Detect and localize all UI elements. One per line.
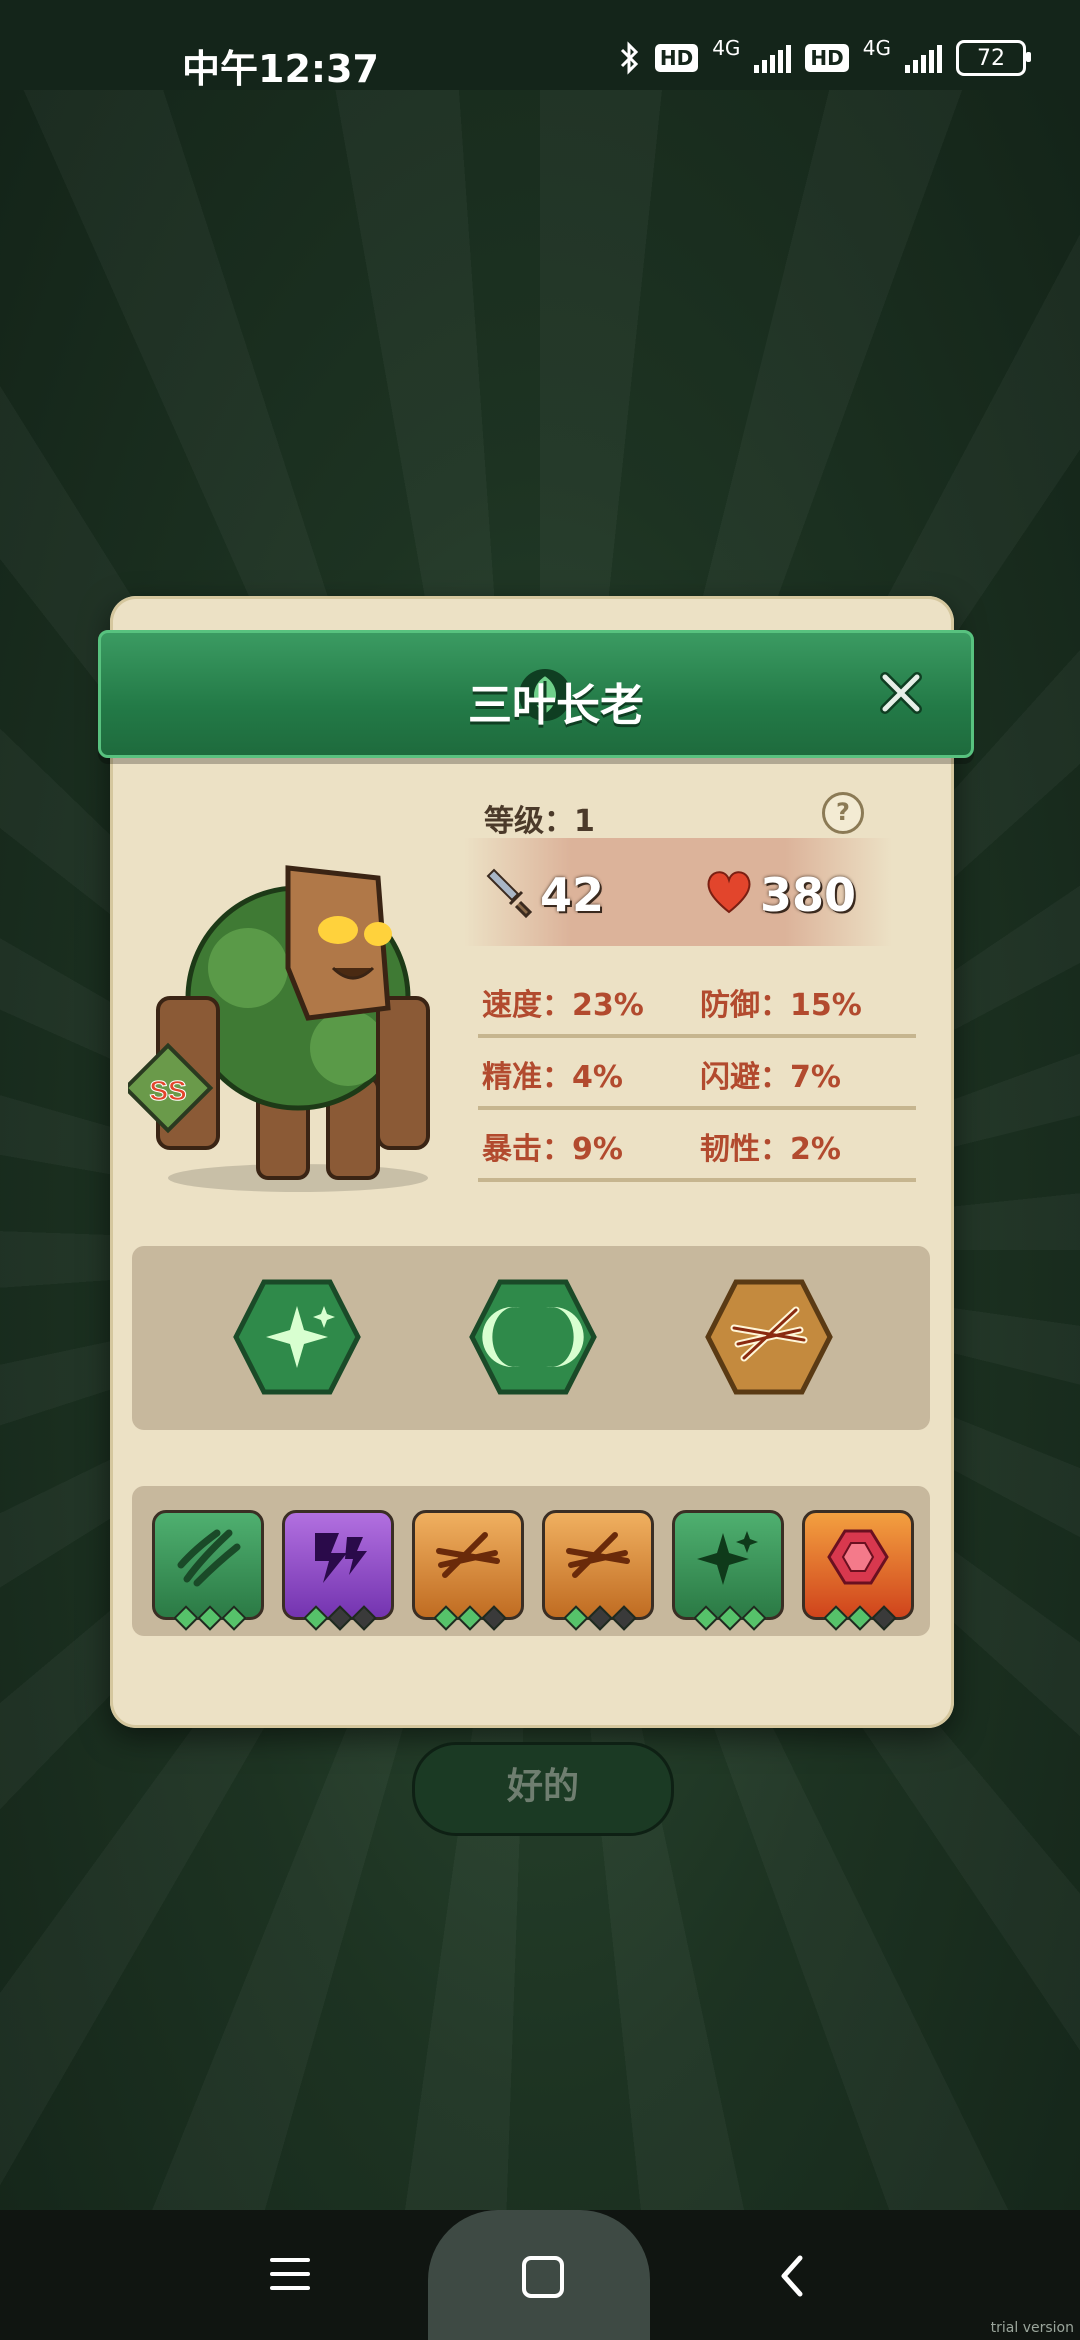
main-stats-band: 42 380 (464, 838, 892, 946)
sparkle-skill-icon[interactable] (232, 1278, 362, 1396)
stat-row: 精准：4% 闪避：7% (478, 1038, 916, 1110)
cross-slash-skill-icon[interactable] (704, 1278, 834, 1396)
heart-icon (707, 871, 751, 914)
bluetooth-icon (620, 41, 638, 75)
stat-row: 速度：23% 防御：15% (478, 966, 916, 1038)
star-dots (823, 1605, 897, 1631)
stat-speed: 速度：23% (482, 988, 644, 1023)
ok-button[interactable]: 好的 (412, 1742, 674, 1836)
back-icon[interactable] (772, 2252, 812, 2300)
cross-slash-icon (566, 1532, 630, 1578)
star-dots (173, 1605, 247, 1631)
twin-moon-skill-icon[interactable] (468, 1278, 598, 1396)
equip-slot-4[interactable] (542, 1510, 654, 1631)
sparkle-icon (697, 1531, 758, 1585)
network-type-2: 4G (862, 36, 891, 60)
hero-name: 三叶长老 (468, 680, 644, 731)
status-bar: 中午12:37 HD 4G HD 4G 72 (0, 0, 1080, 91)
equip-slot-6[interactable] (802, 1510, 914, 1631)
star-dots (693, 1605, 767, 1631)
status-time: 中午12:37 (182, 47, 379, 91)
hd-badge: HD (654, 44, 699, 72)
cross-slash-icon (436, 1532, 500, 1578)
stat-dodge: 闪避：7% (700, 1060, 841, 1095)
equip-slot-2[interactable] (282, 1510, 394, 1631)
stats-table: 速度：23% 防御：15% 精准：4% 闪避：7% 暴击：9% 韧性：2% (478, 966, 916, 1182)
equip-slot-1[interactable] (152, 1510, 264, 1631)
claw-slash-icon (177, 1529, 241, 1587)
stat-crit: 暴击：9% (482, 1132, 623, 1167)
battery-level: 72 (977, 45, 1005, 71)
equip-slot-3[interactable] (412, 1510, 524, 1631)
home-icon[interactable] (522, 2256, 564, 2298)
attack-value: 42 (540, 868, 605, 922)
equipment-panel (132, 1486, 930, 1636)
dialog-title-banner: 三叶长老 (98, 630, 974, 758)
skills-panel (132, 1246, 930, 1430)
signal-icon-2 (905, 43, 942, 73)
star-dots (303, 1605, 377, 1631)
hp-value: 380 (760, 868, 857, 922)
stat-row: 暴击：9% 韧性：2% (478, 1110, 916, 1182)
hero-level: 等级：1 (484, 804, 595, 839)
battery-icon: 72 (956, 40, 1031, 76)
stat-accuracy: 精准：4% (482, 1060, 623, 1095)
help-icon[interactable]: ? (822, 792, 864, 834)
stat-defense: 防御：15% (700, 988, 862, 1023)
star-dots (433, 1605, 507, 1631)
star-dots (563, 1605, 637, 1631)
watermark: trial version (990, 2320, 1074, 2336)
network-type: 4G (712, 36, 741, 60)
stat-tenacity: 韧性：2% (700, 1132, 841, 1167)
rank-badge: SS (149, 1075, 186, 1106)
lightning-icon (315, 1533, 367, 1583)
menu-icon[interactable] (270, 2258, 310, 2294)
status-icons: HD 4G HD 4G 72 (619, 36, 1031, 76)
equip-slot-5[interactable] (672, 1510, 784, 1631)
close-icon[interactable] (871, 663, 931, 723)
hd-badge-2: HD (805, 44, 849, 72)
sword-icon (486, 868, 533, 919)
hero-portrait: SS (128, 865, 430, 1192)
gem-icon (827, 1529, 889, 1585)
signal-icon (754, 43, 792, 73)
